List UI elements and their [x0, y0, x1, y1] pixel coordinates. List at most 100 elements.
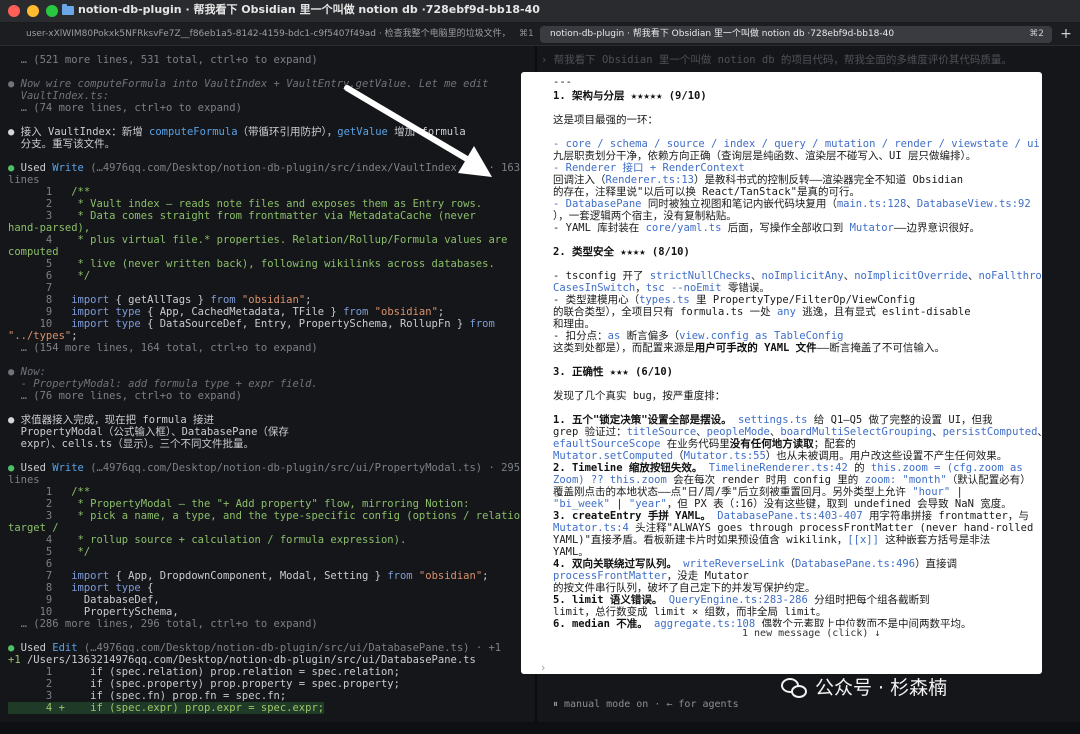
tab-2-active[interactable]: notion-db-plugin · 帮我看下 Obsidian 里一个叫做 n… [540, 26, 1052, 43]
terminal-line-segment: 1 [8, 486, 59, 498]
terminal-line-segment: Used [20, 162, 53, 174]
review-line: grep 验证过：titleSource、peopleMode、boardMul… [553, 426, 1042, 438]
terminal-line: 8 import type { [8, 582, 154, 594]
review-line-segment: （ [784, 558, 795, 570]
review-line-segment: ），一套逻辑两个宿主，没有复制粘贴。 [553, 210, 737, 222]
review-line-segment: any [776, 306, 796, 318]
zoom-window-button[interactable] [46, 5, 58, 17]
terminal-line: 3 * pick a name, a type, and the type-sp… [8, 510, 526, 522]
review-line-segment: 会在每次 render 时用 config 里的 [666, 474, 865, 486]
review-line: 5. limit 语义错误。 QueryEngine.ts:283-286 分组… [553, 594, 930, 606]
review-line-segment: 给 Q1–Q5 做了完整的设置 UI，但我 [807, 414, 993, 426]
terminal-line-segment: import type [58, 318, 141, 330]
terminal-line-segment: 8 [8, 294, 59, 306]
terminal-line: lines [8, 474, 40, 486]
review-line-segment: ★★★★★ (9/10) [630, 90, 707, 102]
terminal-line: 分支。重写该文件。 [8, 138, 116, 150]
review-line-segment: - Renderer 接口 + RenderContext [553, 162, 745, 174]
terminal-line-segment: /** [58, 186, 91, 198]
terminal-line: 7 import { App, DropdownComponent, Modal… [8, 570, 489, 582]
terminal-line-segment: +1 [8, 654, 21, 666]
review-line: 九层职责划分干净，依赖方向正确（查询层是纯函数、渲染层不碰写入、UI 层只做编排… [553, 150, 976, 162]
terminal-line-segment: ● Now wire computeFormula into VaultInde… [8, 78, 489, 90]
review-line-segment: core/yaml.ts [645, 222, 722, 234]
review-line-segment: CasesInSwitch [553, 282, 636, 294]
terminal-line: ● 接入 VaultIndex：新增 computeFormula（带循环引用防… [8, 126, 466, 138]
terminal-line: 4 * plus virtual file.* properties. Rela… [8, 234, 508, 246]
terminal-line: 6 */ [8, 270, 90, 282]
review-line-segment: DatabaseView.ts:92 [916, 198, 1031, 210]
review-line-segment: 零错误。 [721, 282, 770, 294]
terminal-line: ● Used Write (…4976qq.com/Desktop/notion… [8, 462, 520, 474]
wechat-icon [781, 676, 809, 700]
terminal-line-segment: * live (never written back), following w… [58, 258, 495, 270]
terminal-line-segment: computeFormula [149, 126, 238, 138]
terminal-line-segment: ● [8, 414, 21, 426]
bottom-strip [0, 722, 1080, 734]
prompt-input[interactable]: › [540, 662, 559, 674]
review-line: 这类到处都是），而配置来源是用户可手改的 YAML 文件——断言掩盖了不可信输入… [553, 342, 945, 354]
review-line-segment: 的联合类型），全项目只有 formula.ts 一处 [553, 306, 777, 318]
terminal-line: 8 import { getAllTags } from "obsidian"; [8, 294, 312, 306]
terminal-line-segment: /** [58, 486, 91, 498]
terminal-line-segment: * Data comes straight from frontmatter v… [58, 210, 476, 222]
review-line-segment: 1. 五个"锁定决策"设置全部是摆设。 [553, 414, 732, 426]
review-line: YAML。 [553, 546, 589, 558]
review-line-segment: noImplicitAny [761, 270, 844, 282]
review-line-segment: Mutator.ts:55 [683, 450, 766, 462]
terminal-line-segment: from [343, 306, 369, 318]
terminal-line-segment: 8 [8, 582, 59, 594]
new-tab-plus-icon[interactable]: + [1058, 26, 1074, 42]
terminal-line: 2 * PropertyModal — the "+ Add property"… [8, 498, 470, 510]
minimize-window-button[interactable] [27, 5, 39, 17]
review-line-segment: （ [673, 450, 684, 462]
review-line: CasesInSwitch，tsc --noEmit 零错误。 [553, 282, 770, 294]
terminal-line-segment: import type [58, 582, 141, 594]
mode-status: ⏸ manual mode on · ← for agents [553, 699, 739, 710]
review-line: 3. createEntry 手拼 YAML。 DatabasePane.ts:… [553, 510, 1029, 522]
review-line-segment: 用字符串拼接 frontmatter，与 [862, 510, 1029, 522]
review-line-segment: 的存在，注释里说"以后可以换 React/TanStack"是真的可行。 [553, 186, 860, 198]
terminal-line: 7 [8, 282, 52, 294]
review-line-segment: - tsconfig 开了 [553, 270, 650, 282]
review-line-segment: YAML)"直接矛盾。看板新建卡片时如果预设值含 wikilink， [553, 534, 848, 546]
terminal-line: 9 DatabaseDef, [8, 594, 160, 606]
review-line-segment: QueryEngine.ts:283-286 [668, 594, 808, 606]
terminal-line-segment: 2 [8, 198, 59, 210]
close-window-button[interactable] [8, 5, 20, 17]
new-message-pill[interactable]: 1 new message (click) ↓ [736, 627, 887, 640]
terminal-line: +1 /Users/1363214976qq.com/Desktop/notio… [8, 654, 476, 666]
terminal-line-segment: (…4976qq.com/Desktop/notion-db-plugin/sr… [83, 162, 521, 174]
terminal-line-segment: */ [58, 270, 91, 282]
review-line-segment: 、 [769, 426, 781, 438]
review-line-segment: ，没走 Mutator [666, 570, 749, 582]
terminal-line-segment: from [387, 570, 413, 582]
review-line-segment: ）是教科书式的控制反转——渲染器完全不知道 Obsidian [694, 174, 964, 186]
review-line: 覆盖刚点击的本地状态——点"日/周/季"后立刻被重置回月。另外类型上允许 "ho… [553, 486, 963, 498]
review-line: - Renderer 接口 + RenderContext [553, 162, 745, 174]
review-line-segment: 这类到处都是），而配置来源是 [553, 342, 695, 354]
review-line: Mutator.setComputed（Mutator.ts:55）也从未被调用… [553, 450, 1007, 462]
review-line-segment: settings.ts [737, 414, 808, 426]
terminal-line-segment: 7 [8, 570, 59, 582]
terminal-line-segment: 3 [8, 510, 59, 522]
review-line: 的联合类型），全项目只有 formula.ts 一处 any 逃逸，且有显式 e… [553, 306, 971, 318]
terminal-line-segment: VaultIndex.ts: [8, 90, 110, 102]
review-line-segment: TimelineRenderer.ts:42 [708, 462, 848, 474]
terminal-line-segment: from [469, 318, 495, 330]
review-line-segment: 1. 架构与分层 [553, 90, 631, 102]
tab-1[interactable]: user-xXlWIM80Pokxk5NFRksvFe7Z__f86eb1a5-… [26, 26, 506, 43]
review-line-segment: main.ts:128 [836, 198, 907, 210]
terminal-line-segment: 4 [8, 534, 59, 546]
review-line: - DatabasePane 同时被独立视图和笔记内嵌代码块复用（main.ts… [553, 198, 1031, 210]
terminal-line-segment: 4 [8, 234, 59, 246]
terminal-line-segment: "obsidian" [412, 570, 483, 582]
terminal-line: ● Used Edit (…4976qq.com/Desktop/notion-… [8, 642, 501, 654]
review-line-segment: ）也从未被调用。用户改这些设置不产生任何效果。 [765, 450, 1008, 462]
terminal-line-segment: ● [8, 162, 21, 174]
terminal-line-segment: 1 [8, 186, 59, 198]
left-terminal-pane[interactable]: … (521 more lines, 531 total, ctrl+o to … [0, 46, 535, 722]
review-line-segment: 这是项目最强的一环： [553, 114, 658, 126]
review-line-segment: DatabasePane.ts:403-407 [717, 510, 863, 522]
terminal-line: … (521 more lines, 531 total, ctrl+o to … [8, 54, 318, 66]
